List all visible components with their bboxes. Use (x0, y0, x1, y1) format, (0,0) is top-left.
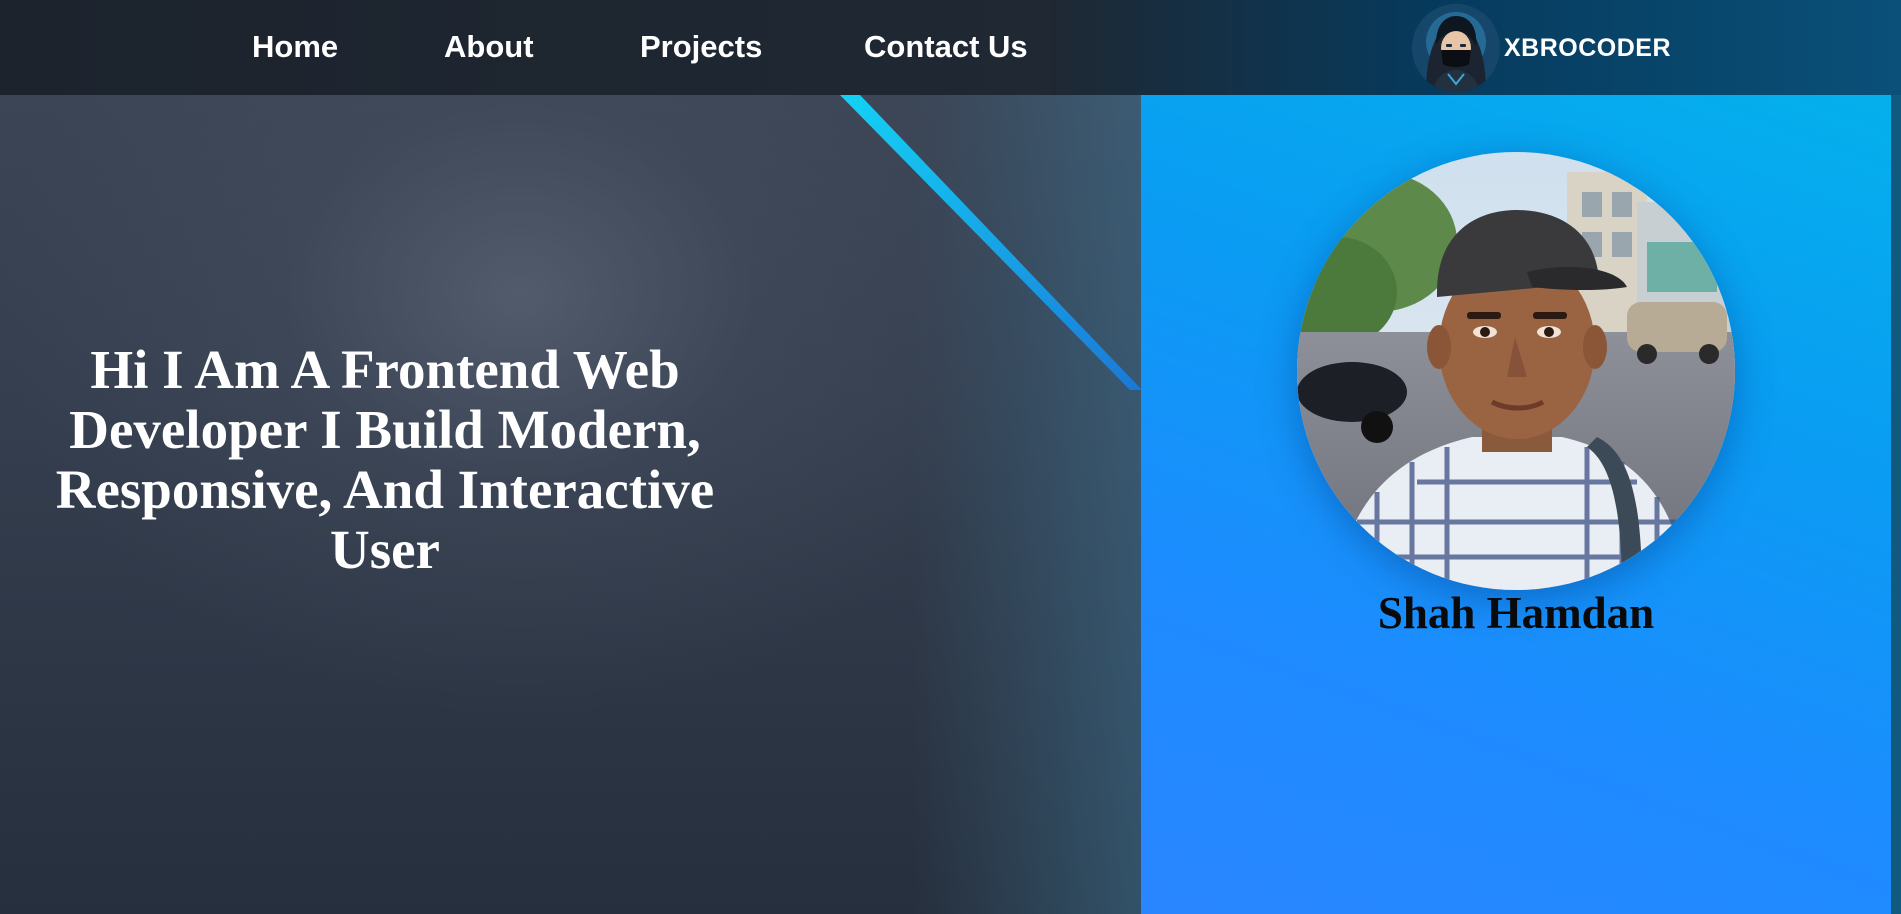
page-right-edge (1891, 95, 1901, 914)
nav-contact-link[interactable]: Contact Us (864, 27, 1028, 67)
accent-streak (840, 95, 1142, 390)
brand-name: XBROCODER (1504, 33, 1672, 62)
portfolio-page: Home About Projects Contact Us XBROCODER… (0, 0, 1901, 914)
profile-photo-icon (1297, 152, 1735, 590)
hero-headline: Hi I Am A Frontend Web Developer I Build… (55, 339, 715, 580)
nav-about-link[interactable]: About (444, 27, 534, 67)
profile-name: Shah Hamdan (1377, 588, 1655, 638)
brand[interactable]: XBROCODER (1412, 4, 1671, 92)
nav-links: Home About Projects Contact Us (0, 0, 1100, 95)
nav-home-link[interactable]: Home (252, 27, 338, 67)
hero-section: Hi I Am A Frontend Web Developer I Build… (0, 95, 1142, 914)
nav-projects-link[interactable]: Projects (640, 27, 762, 67)
masked-coder-avatar-icon (1412, 4, 1500, 92)
profile-section: Shah Hamdan (1141, 95, 1891, 914)
navbar: Home About Projects Contact Us XBROCODER (0, 0, 1901, 95)
